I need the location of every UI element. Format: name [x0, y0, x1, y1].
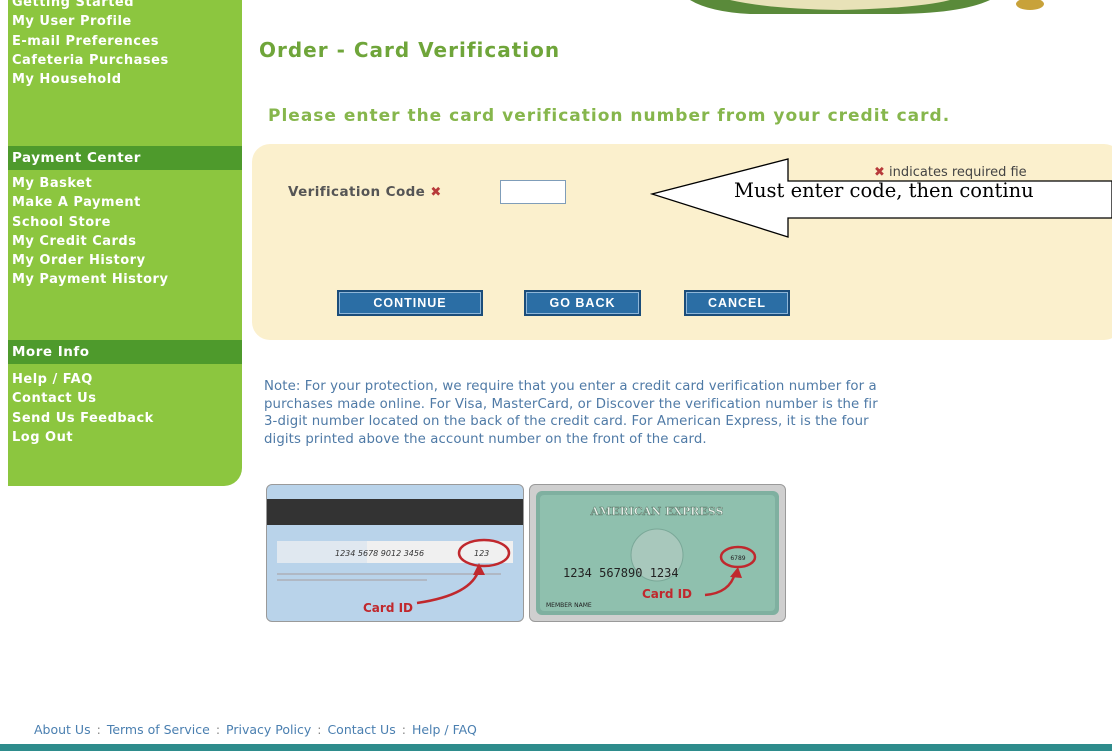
sidebar-header-payment-center: Payment Center [8, 146, 242, 170]
sidebar-group-payment: My Basket Make A Payment School Store My… [8, 174, 242, 290]
amex-number: 1234 567890 1234 [563, 566, 679, 580]
sidebar-nav: Getting Started My User Profile E-mail P… [8, 0, 242, 486]
sidebar-item-basket[interactable]: My Basket [8, 174, 242, 193]
footer-separator: : [215, 722, 221, 737]
card-back-illustration: 1234 5678 9012 3456 123 Card ID [266, 484, 524, 622]
sidebar-item-order-history[interactable]: My Order History [8, 251, 242, 270]
sidebar-item-getting-started[interactable]: Getting Started [8, 0, 242, 12]
amex-id-label: Card ID [642, 587, 692, 601]
footer-separator: : [401, 722, 406, 737]
sidebar-item-email-preferences[interactable]: E-mail Preferences [8, 32, 242, 51]
header-banner-art [690, 0, 1044, 14]
callout-text: Must enter code, then continu [734, 179, 1034, 202]
verification-note: Note: For your protection, we require th… [264, 378, 1112, 448]
note-line: 3-digit number located on the back of th… [264, 414, 869, 429]
sidebar-item-contact-us[interactable]: Contact Us [8, 389, 242, 408]
amex-brand-text: AMERICAN EXPRESS [590, 505, 724, 518]
instruction-text: Please enter the card verification numbe… [268, 106, 951, 126]
footer-links: About Us: Terms of Service: Privacy Policy… [34, 722, 477, 737]
footer-link-privacy[interactable]: Privacy Policy [226, 722, 311, 737]
footer-link-help-faq[interactable]: Help / FAQ [412, 722, 477, 737]
note-line: purchases made online. For Visa, MasterC… [264, 396, 878, 412]
sidebar-group-account: Getting Started My User Profile E-mail P… [8, 0, 242, 89]
required-x-icon: ✖ [430, 185, 442, 200]
card-back-number: 1234 5678 9012 3456 [335, 549, 424, 558]
footer-bar [0, 744, 1112, 751]
footer-link-about-us[interactable]: About Us [34, 722, 91, 737]
sidebar-item-user-profile[interactable]: My User Profile [8, 12, 242, 31]
sidebar-item-payment-history[interactable]: My Payment History [8, 270, 242, 289]
card-back-id-label: Card ID [363, 601, 413, 615]
footer-link-terms[interactable]: Terms of Service [107, 722, 210, 737]
verification-code-label-text: Verification Code [288, 184, 426, 200]
amex-cid: 6789 [730, 555, 745, 562]
amex-card-illustration: AMERICAN EXPRESS 6789 1234 567890 1234 C… [529, 484, 786, 622]
sidebar-item-cafeteria-purchases[interactable]: Cafeteria Purchases [8, 51, 242, 70]
note-line: digits printed above the account number … [264, 431, 707, 447]
card-back-image: 1234 5678 9012 3456 123 Card ID [267, 499, 523, 615]
sidebar-item-send-feedback[interactable]: Send Us Feedback [8, 409, 242, 428]
sidebar-item-help-faq[interactable]: Help / FAQ [8, 370, 242, 389]
verification-code-label: Verification Code ✖ [288, 184, 442, 200]
sidebar-item-household[interactable]: My Household [8, 70, 242, 89]
footer-link-contact[interactable]: Contact Us [327, 722, 395, 737]
continue-button[interactable]: CONTINUE [337, 290, 483, 316]
cancel-button[interactable]: CANCEL [684, 290, 790, 316]
footer-separator: : [317, 722, 322, 737]
page-title: Order - Card Verification [259, 38, 561, 62]
sidebar-item-school-store[interactable]: School Store [8, 213, 242, 232]
note-line: Note: For your protection, we require th… [264, 379, 877, 394]
amex-member-name: MEMBER NAME [546, 602, 592, 609]
sidebar-item-log-out[interactable]: Log Out [8, 428, 242, 447]
sidebar-header-more-info: More Info [8, 340, 242, 364]
sidebar-item-make-payment[interactable]: Make A Payment [8, 193, 242, 212]
sidebar-item-credit-cards[interactable]: My Credit Cards [8, 232, 242, 251]
sidebar-group-more-info: Help / FAQ Contact Us Send Us Feedback L… [8, 370, 242, 447]
amex-card-image: AMERICAN EXPRESS 6789 1234 567890 1234 C… [536, 491, 779, 615]
go-back-button[interactable]: GO BACK [524, 290, 641, 316]
footer-separator: : [96, 722, 101, 737]
verification-code-input[interactable] [500, 180, 566, 204]
card-back-cvv: 123 [474, 549, 489, 558]
